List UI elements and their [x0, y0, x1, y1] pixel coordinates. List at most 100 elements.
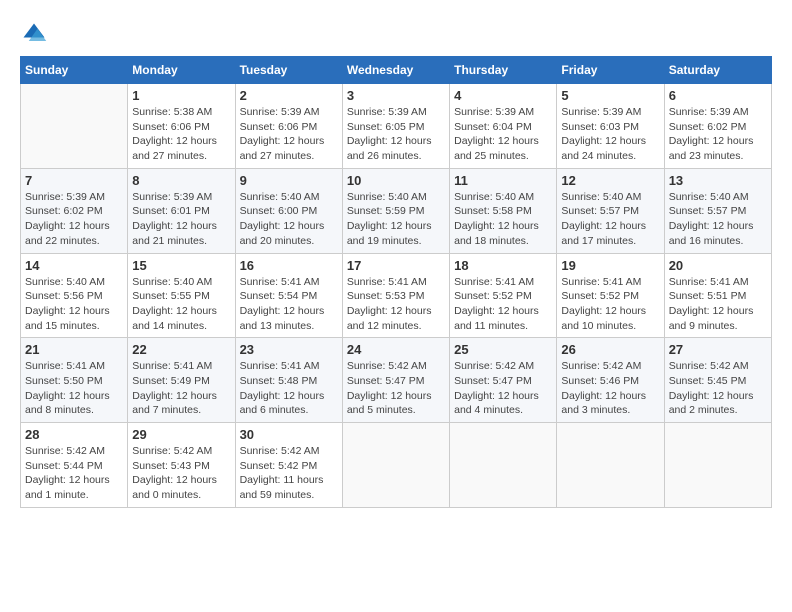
calendar-cell: 6 Sunrise: 5:39 AM Sunset: 6:02 PM Daylig…	[664, 84, 771, 169]
calendar-cell: 21 Sunrise: 5:41 AM Sunset: 5:50 PM Dayli…	[21, 338, 128, 423]
calendar-cell: 22 Sunrise: 5:41 AM Sunset: 5:49 PM Dayli…	[128, 338, 235, 423]
day-info: Sunrise: 5:42 AM Sunset: 5:47 PM Dayligh…	[347, 359, 445, 418]
day-info: Sunrise: 5:41 AM Sunset: 5:50 PM Dayligh…	[25, 359, 123, 418]
calendar-cell: 1 Sunrise: 5:38 AM Sunset: 6:06 PM Daylig…	[128, 84, 235, 169]
calendar-cell	[557, 423, 664, 508]
calendar-cell: 2Sunrise: 5:39 AM Sunset: 6:06 PM Daylig…	[235, 84, 342, 169]
day-number: 22	[132, 342, 230, 357]
calendar-cell: 5Sunrise: 5:39 AM Sunset: 6:03 PM Daylig…	[557, 84, 664, 169]
day-info: Sunrise: 5:42 AM Sunset: 5:42 PM Dayligh…	[240, 444, 338, 503]
calendar-cell: 18Sunrise: 5:41 AM Sunset: 5:52 PM Dayli…	[450, 253, 557, 338]
day-info: Sunrise: 5:41 AM Sunset: 5:49 PM Dayligh…	[132, 359, 230, 418]
day-info: Sunrise: 5:39 AM Sunset: 6:05 PM Dayligh…	[347, 105, 445, 164]
calendar-cell: 8 Sunrise: 5:39 AM Sunset: 6:01 PM Daylig…	[128, 168, 235, 253]
logo	[20, 20, 52, 48]
calendar-cell: 23Sunrise: 5:41 AM Sunset: 5:48 PM Dayli…	[235, 338, 342, 423]
weekday-header-monday: Monday	[128, 57, 235, 84]
day-number: 2	[240, 88, 338, 103]
calendar-cell	[21, 84, 128, 169]
day-info: Sunrise: 5:40 AM Sunset: 5:55 PM Dayligh…	[132, 275, 230, 334]
calendar-cell: 7Sunrise: 5:39 AM Sunset: 6:02 PM Daylig…	[21, 168, 128, 253]
day-number: 13	[669, 173, 767, 188]
calendar-cell: 3 Sunrise: 5:39 AM Sunset: 6:05 PM Daylig…	[342, 84, 449, 169]
day-info: Sunrise: 5:41 AM Sunset: 5:52 PM Dayligh…	[561, 275, 659, 334]
weekday-header-tuesday: Tuesday	[235, 57, 342, 84]
day-info: Sunrise: 5:39 AM Sunset: 6:02 PM Dayligh…	[25, 190, 123, 249]
day-number: 30	[240, 427, 338, 442]
weekday-header-thursday: Thursday	[450, 57, 557, 84]
calendar-week-2: 7Sunrise: 5:39 AM Sunset: 6:02 PM Daylig…	[21, 168, 772, 253]
day-info: Sunrise: 5:42 AM Sunset: 5:44 PM Dayligh…	[25, 444, 123, 503]
calendar-week-5: 28 Sunrise: 5:42 AM Sunset: 5:44 PM Dayli…	[21, 423, 772, 508]
calendar-cell: 4 Sunrise: 5:39 AM Sunset: 6:04 PM Daylig…	[450, 84, 557, 169]
day-number: 16	[240, 258, 338, 273]
calendar-cell: 24Sunrise: 5:42 AM Sunset: 5:47 PM Dayli…	[342, 338, 449, 423]
calendar-cell: 27Sunrise: 5:42 AM Sunset: 5:45 PM Dayli…	[664, 338, 771, 423]
calendar-cell: 12 Sunrise: 5:40 AM Sunset: 5:57 PM Dayli…	[557, 168, 664, 253]
day-info: Sunrise: 5:42 AM Sunset: 5:45 PM Dayligh…	[669, 359, 767, 418]
day-number: 18	[454, 258, 552, 273]
weekday-header-friday: Friday	[557, 57, 664, 84]
day-info: Sunrise: 5:41 AM Sunset: 5:54 PM Dayligh…	[240, 275, 338, 334]
calendar-cell: 11 Sunrise: 5:40 AM Sunset: 5:58 PM Dayli…	[450, 168, 557, 253]
day-info: Sunrise: 5:39 AM Sunset: 6:03 PM Dayligh…	[561, 105, 659, 164]
day-info: Sunrise: 5:40 AM Sunset: 5:56 PM Dayligh…	[25, 275, 123, 334]
day-info: Sunrise: 5:41 AM Sunset: 5:53 PM Dayligh…	[347, 275, 445, 334]
day-info: Sunrise: 5:40 AM Sunset: 6:00 PM Dayligh…	[240, 190, 338, 249]
day-info: Sunrise: 5:39 AM Sunset: 6:04 PM Dayligh…	[454, 105, 552, 164]
weekday-header-sunday: Sunday	[21, 57, 128, 84]
day-number: 11	[454, 173, 552, 188]
calendar-cell	[342, 423, 449, 508]
weekday-header-wednesday: Wednesday	[342, 57, 449, 84]
day-number: 4	[454, 88, 552, 103]
day-info: Sunrise: 5:39 AM Sunset: 6:01 PM Dayligh…	[132, 190, 230, 249]
calendar-cell: 29Sunrise: 5:42 AM Sunset: 5:43 PM Dayli…	[128, 423, 235, 508]
day-info: Sunrise: 5:41 AM Sunset: 5:51 PM Dayligh…	[669, 275, 767, 334]
day-info: Sunrise: 5:38 AM Sunset: 6:06 PM Dayligh…	[132, 105, 230, 164]
calendar-cell: 30 Sunrise: 5:42 AM Sunset: 5:42 PM Dayli…	[235, 423, 342, 508]
day-info: Sunrise: 5:40 AM Sunset: 5:58 PM Dayligh…	[454, 190, 552, 249]
day-number: 8	[132, 173, 230, 188]
day-number: 23	[240, 342, 338, 357]
day-number: 25	[454, 342, 552, 357]
day-number: 3	[347, 88, 445, 103]
calendar-cell: 15Sunrise: 5:40 AM Sunset: 5:55 PM Dayli…	[128, 253, 235, 338]
calendar-cell	[450, 423, 557, 508]
day-number: 1	[132, 88, 230, 103]
calendar-cell: 17 Sunrise: 5:41 AM Sunset: 5:53 PM Dayli…	[342, 253, 449, 338]
day-number: 19	[561, 258, 659, 273]
calendar-cell: 26 Sunrise: 5:42 AM Sunset: 5:46 PM Dayli…	[557, 338, 664, 423]
day-number: 6	[669, 88, 767, 103]
day-info: Sunrise: 5:42 AM Sunset: 5:46 PM Dayligh…	[561, 359, 659, 418]
calendar-cell	[664, 423, 771, 508]
day-number: 12	[561, 173, 659, 188]
calendar-cell: 10Sunrise: 5:40 AM Sunset: 5:59 PM Dayli…	[342, 168, 449, 253]
day-number: 21	[25, 342, 123, 357]
day-number: 20	[669, 258, 767, 273]
day-number: 9	[240, 173, 338, 188]
day-number: 28	[25, 427, 123, 442]
calendar-cell: 9 Sunrise: 5:40 AM Sunset: 6:00 PM Daylig…	[235, 168, 342, 253]
calendar-table: SundayMondayTuesdayWednesdayThursdayFrid…	[20, 56, 772, 508]
calendar-cell: 28 Sunrise: 5:42 AM Sunset: 5:44 PM Dayli…	[21, 423, 128, 508]
calendar-cell: 16 Sunrise: 5:41 AM Sunset: 5:54 PM Dayli…	[235, 253, 342, 338]
day-number: 10	[347, 173, 445, 188]
calendar-cell: 13 Sunrise: 5:40 AM Sunset: 5:57 PM Dayli…	[664, 168, 771, 253]
page-header	[20, 20, 772, 48]
day-number: 14	[25, 258, 123, 273]
weekday-header-row: SundayMondayTuesdayWednesdayThursdayFrid…	[21, 57, 772, 84]
calendar-header: SundayMondayTuesdayWednesdayThursdayFrid…	[21, 57, 772, 84]
day-number: 17	[347, 258, 445, 273]
calendar-week-3: 14 Sunrise: 5:40 AM Sunset: 5:56 PM Dayli…	[21, 253, 772, 338]
day-number: 29	[132, 427, 230, 442]
day-info: Sunrise: 5:40 AM Sunset: 5:57 PM Dayligh…	[561, 190, 659, 249]
logo-icon	[20, 20, 48, 48]
calendar-cell: 20 Sunrise: 5:41 AM Sunset: 5:51 PM Dayli…	[664, 253, 771, 338]
calendar-week-1: 1 Sunrise: 5:38 AM Sunset: 6:06 PM Daylig…	[21, 84, 772, 169]
day-number: 26	[561, 342, 659, 357]
weekday-header-saturday: Saturday	[664, 57, 771, 84]
day-info: Sunrise: 5:39 AM Sunset: 6:02 PM Dayligh…	[669, 105, 767, 164]
calendar-cell: 14 Sunrise: 5:40 AM Sunset: 5:56 PM Dayli…	[21, 253, 128, 338]
calendar-cell: 25Sunrise: 5:42 AM Sunset: 5:47 PM Dayli…	[450, 338, 557, 423]
day-info: Sunrise: 5:40 AM Sunset: 5:57 PM Dayligh…	[669, 190, 767, 249]
